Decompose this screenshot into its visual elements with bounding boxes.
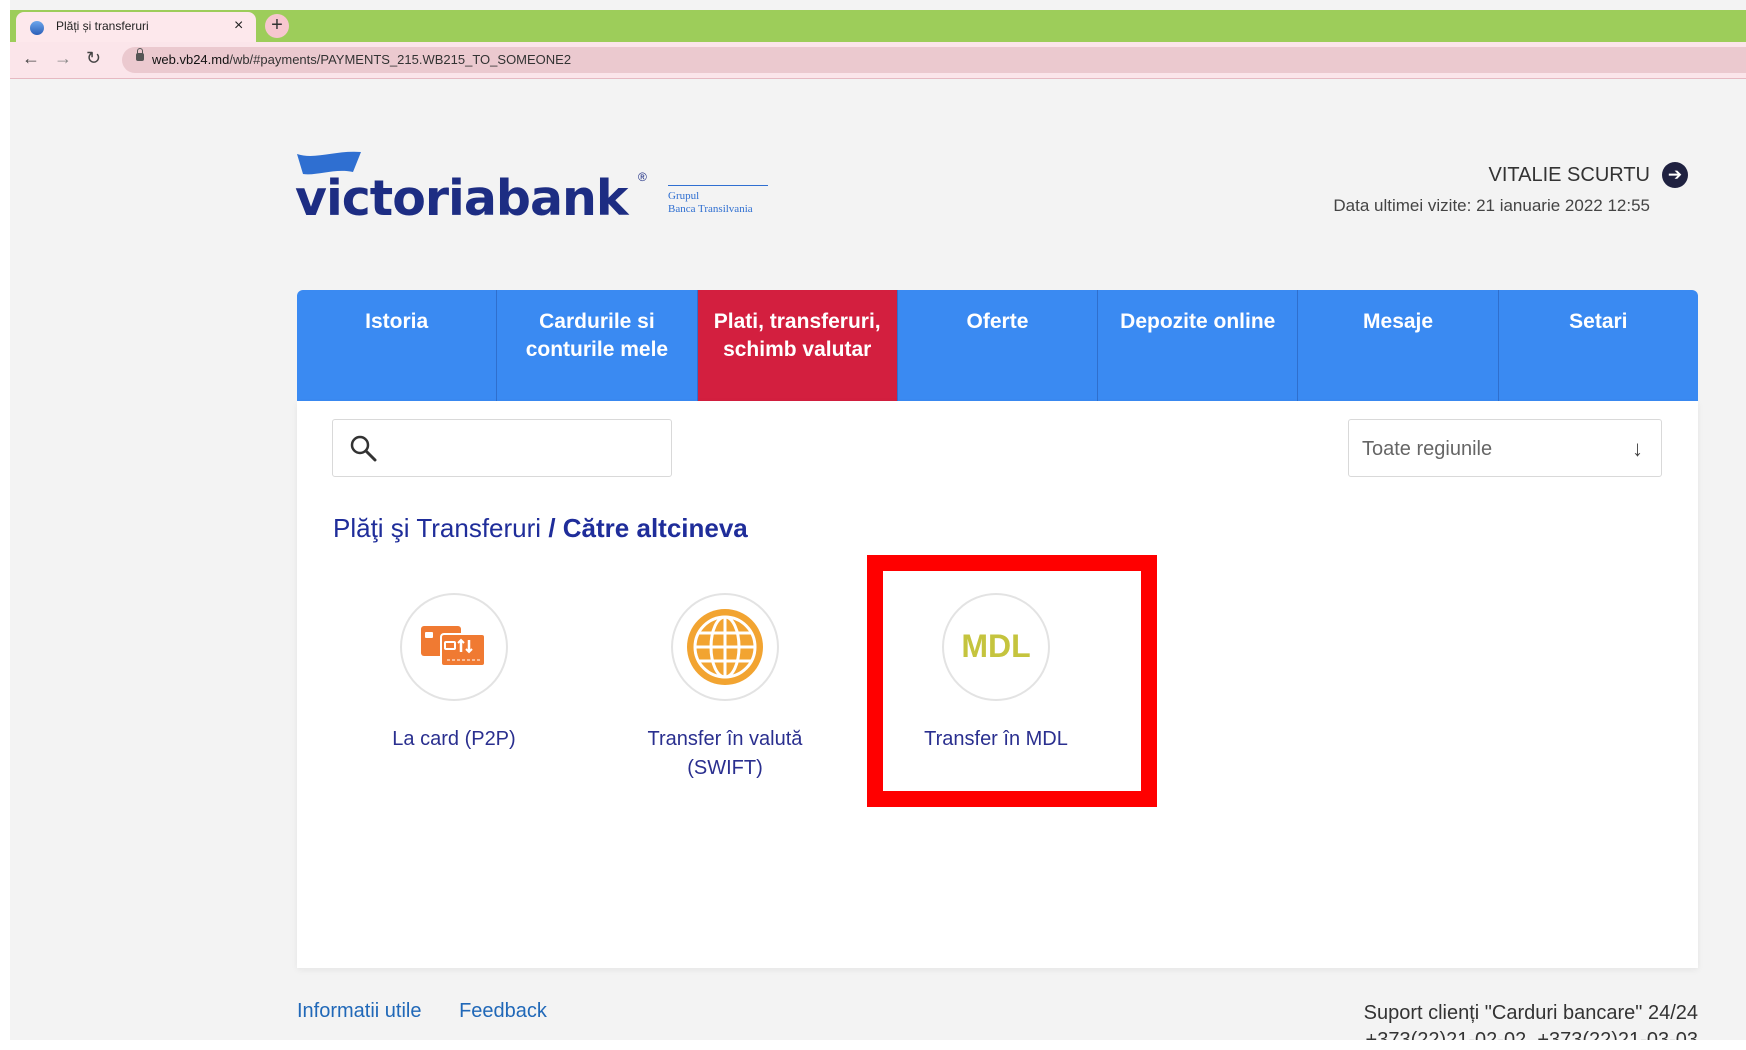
breadcrumb-current: Către altcineva — [562, 513, 748, 543]
new-tab-button[interactable]: + — [265, 14, 289, 38]
nav-item-deposits[interactable]: Depozite online — [1098, 290, 1299, 401]
browser-tab-bar: Plăți și transferuri × + — [10, 10, 1746, 42]
footer-links: Informatii utile Feedback — [297, 1000, 579, 1023]
user-name: VITALIE SCURTU — [1488, 163, 1650, 186]
nav-item-payments[interactable]: Plati, transferuri, schimb valutar — [697, 290, 898, 401]
browser-tab[interactable]: Plăți și transferuri × — [16, 12, 256, 42]
user-area: VITALIE SCURTU ➔ Data ultimei vizite: 21… — [1333, 162, 1688, 216]
favicon-icon — [30, 21, 44, 35]
breadcrumb: Plăţi şi Transferuri / Către altcineva — [333, 513, 748, 544]
globe-icon — [687, 609, 763, 685]
region-select[interactable]: Toate regiunile ↓ — [1348, 419, 1662, 477]
logo-group-label: Grupul Banca Transilvania — [668, 185, 768, 216]
forward-icon[interactable]: → — [54, 48, 72, 69]
arrow-down-icon: ↓ — [1632, 436, 1643, 461]
logo-wordmark: victoriabank — [295, 170, 629, 227]
bottom-edge — [0, 1040, 1746, 1050]
url-field[interactable]: web.vb24.md/wb/#payments/PAYMENTS_215.WB… — [122, 47, 1746, 73]
breadcrumb-separator: / — [548, 513, 556, 543]
logout-arrow-icon[interactable]: ➔ — [1662, 162, 1688, 188]
tile-icon-circle — [671, 593, 779, 701]
footer-link-info[interactable]: Informatii utile — [297, 1000, 422, 1022]
url-text: web.vb24.md/wb/#payments/PAYMENTS_215.WB… — [152, 52, 571, 67]
main-nav: Istoria Cardurile si conturile mele Plat… — [297, 290, 1698, 401]
breadcrumb-parent[interactable]: Plăţi şi Transferuri — [333, 513, 541, 543]
tab-title: Plăți și transferuri — [56, 19, 149, 33]
nav-item-messages[interactable]: Mesaje — [1298, 290, 1499, 401]
search-input[interactable] — [332, 419, 672, 477]
nav-item-settings[interactable]: Setari — [1499, 290, 1698, 401]
card-transfer-icon — [421, 626, 486, 667]
highlight-box — [867, 555, 1157, 807]
logo-group-line1: Grupul — [668, 190, 700, 202]
reload-icon[interactable]: ↻ — [86, 48, 101, 69]
nav-item-offers[interactable]: Oferte — [898, 290, 1099, 401]
user-menu[interactable]: VITALIE SCURTU ➔ — [1333, 162, 1688, 188]
screen: Plăți și transferuri × + ← → ↻ web.vb24.… — [10, 0, 1746, 1050]
nav-item-cards-accounts[interactable]: Cardurile si conturile mele — [497, 290, 698, 401]
lock-icon — [136, 48, 144, 61]
content-panel: Toate regiunile ↓ Plăţi şi Transferuri /… — [297, 401, 1698, 968]
tile-icon-circle — [400, 593, 508, 701]
region-select-value: Toate regiunile — [1362, 438, 1493, 460]
last-visit: Data ultimei vizite: 21 ianuarie 2022 12… — [1333, 196, 1650, 215]
address-bar: ← → ↻ web.vb24.md/wb/#payments/PAYMENTS_… — [10, 42, 1746, 79]
tile-label: La card (P2P) — [392, 728, 516, 750]
url-path: /wb/#payments/PAYMENTS_215.WB215_TO_SOME… — [229, 52, 572, 67]
url-host: web.vb24.md — [152, 52, 230, 67]
back-icon[interactable]: ← — [22, 48, 40, 69]
tile-label: Transfer în valută (SWIFT) — [647, 728, 803, 779]
registered-mark: ® — [638, 170, 647, 184]
footer-link-feedback[interactable]: Feedback — [459, 1000, 547, 1022]
nav-item-istoria[interactable]: Istoria — [297, 290, 498, 401]
close-tab-icon[interactable]: × — [234, 17, 243, 35]
search-icon — [350, 435, 377, 462]
support-title: Suport clienți "Carduri bancare" 24/24 — [1363, 1002, 1698, 1024]
tile-card-p2p[interactable]: La card (P2P) — [354, 593, 554, 754]
tile-swift[interactable]: Transfer în valută (SWIFT) — [625, 593, 825, 783]
logo-group-line2: Banca Transilvania — [668, 203, 753, 215]
